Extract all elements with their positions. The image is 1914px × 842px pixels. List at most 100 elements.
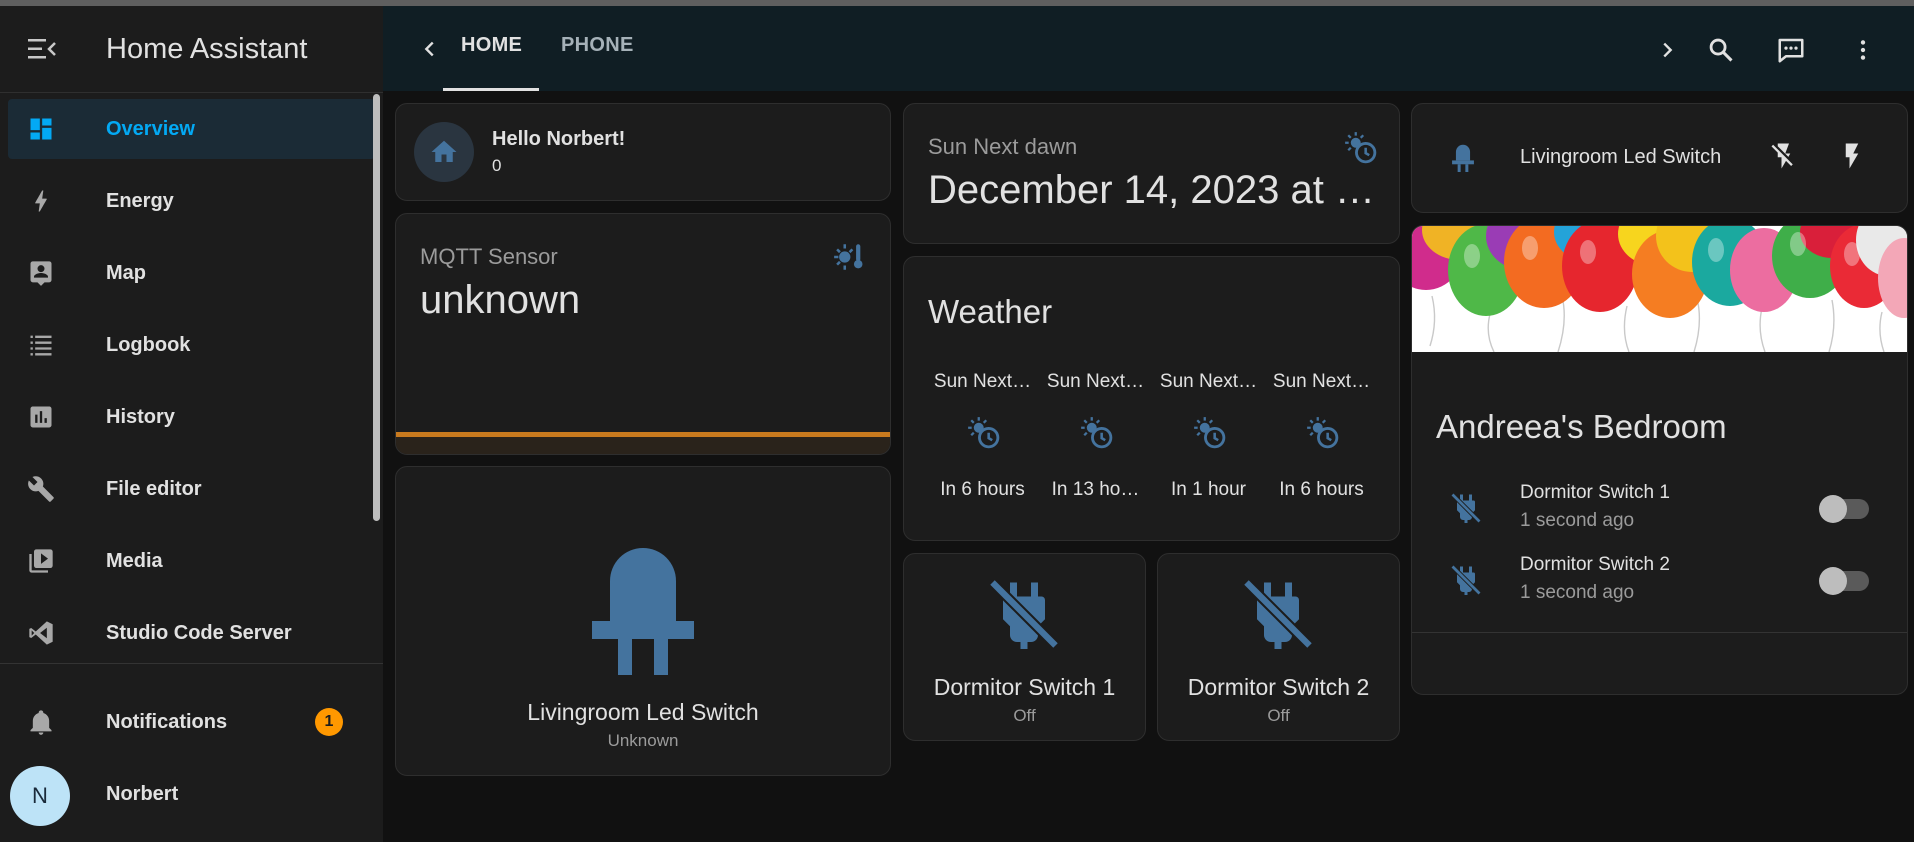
dormitor-switch-1-toggle[interactable] <box>1819 495 1869 523</box>
sidebar-item-label: Energy <box>106 189 174 212</box>
sidebar-header: Home Assistant <box>0 6 383 93</box>
sun-clock-icon <box>1265 415 1378 455</box>
sidebar-item-user[interactable]: N Norbert <box>0 758 383 830</box>
forecast-value: In 6 hours <box>1279 479 1364 500</box>
card-divider <box>1412 632 1907 633</box>
sun-clock-icon <box>926 415 1039 455</box>
forecast-name: Sun Next… <box>1046 371 1145 392</box>
search-icon[interactable] <box>1701 30 1741 70</box>
wrench-icon <box>24 472 58 506</box>
lightning-icon <box>24 184 58 218</box>
sidebar: Home Assistant Overview Energy Map Logbo… <box>0 6 383 842</box>
sidebar-item-map[interactable]: Map <box>0 237 383 309</box>
sidebar-item-history[interactable]: History <box>0 381 383 453</box>
entity-row-time: 1 second ago <box>1520 582 1635 603</box>
forecast-item[interactable]: Sun Next… In 1 hour <box>1152 371 1265 501</box>
mqtt-sensor-name: MQTT Sensor <box>420 244 558 269</box>
dormitor-switch-2-card[interactable]: Dormitor Switch 2 Off <box>1157 553 1400 741</box>
entity-row[interactable]: Dormitor Switch 1 1 second ago <box>1412 480 1907 538</box>
greeting-subtitle: 0 <box>492 156 502 175</box>
sidebar-item-media[interactable]: Media <box>0 525 383 597</box>
sun-clock-icon <box>1152 415 1265 455</box>
forecast-item[interactable]: Sun Next… In 6 hours <box>926 371 1039 501</box>
switch-state: Off <box>1013 706 1036 725</box>
top-app-bar: HOME PHONE <box>383 6 1914 91</box>
chevron-left-icon[interactable] <box>413 32 447 66</box>
sidebar-item-label: Studio Code Server <box>106 621 292 644</box>
switch-name: Dormitor Switch 2 <box>1187 674 1370 700</box>
sidebar-item-label: File editor <box>106 477 202 500</box>
sidebar-scrollbar[interactable] <box>373 94 380 521</box>
sidebar-item-energy[interactable]: Energy <box>0 165 383 237</box>
andreeas-bedroom-area-card[interactable]: Andreea's Bedroom Dormitor Switch 1 1 se… <box>1411 225 1908 695</box>
sidebar-item-label: History <box>106 405 175 428</box>
sun-entity-value: December 14, 2023 at … <box>928 168 1375 212</box>
entity-row-time: 1 second ago <box>1520 510 1635 531</box>
play-box-multiple-icon <box>24 544 58 578</box>
led-switch-name: Livingroom Led Switch <box>527 699 759 725</box>
app-title: Home Assistant <box>106 32 308 65</box>
sun-entity-name: Sun Next dawn <box>928 134 1078 159</box>
sun-clock-icon <box>1039 415 1152 455</box>
mqtt-sensor-state: unknown <box>420 278 581 322</box>
led-icon <box>592 535 694 680</box>
active-tab-indicator <box>443 88 539 91</box>
led-switch-state: Unknown <box>607 731 679 750</box>
greeting-card[interactable]: Hello Norbert! 0 <box>395 103 891 201</box>
avatar: N <box>10 766 70 826</box>
forecast-name: Sun Next… <box>933 371 1032 392</box>
forecast-item[interactable]: Sun Next… In 6 hours <box>1265 371 1378 501</box>
weather-forecast-row: Sun Next… In 6 hours Sun Next… In 13 ho…… <box>926 371 1378 501</box>
weather-title: Weather <box>928 293 1053 330</box>
sun-next-dawn-card[interactable]: Sun Next dawn December 14, 2023 at … <box>903 103 1400 244</box>
dormitor-switch-1-card[interactable]: Dormitor Switch 1 Off <box>903 553 1146 741</box>
chevron-right-icon[interactable] <box>1647 30 1687 70</box>
forecast-value: In 13 ho… <box>1051 479 1140 500</box>
forecast-name: Sun Next… <box>1272 371 1371 392</box>
entity-row[interactable]: Dormitor Switch 2 1 second ago <box>1412 552 1907 610</box>
dormitor-switch-2-toggle[interactable] <box>1819 567 1869 595</box>
forecast-item[interactable]: Sun Next… In 13 ho… <box>1039 371 1152 501</box>
weather-card[interactable]: Weather Sun Next… In 6 hours Sun Next… I… <box>903 256 1400 541</box>
livingroom-led-row-card[interactable]: Livingroom Led Switch <box>1411 103 1908 213</box>
vscode-icon <box>24 616 58 650</box>
sidebar-nav: Overview Energy Map Logbook History File… <box>0 93 383 669</box>
livingroom-led-switch-card[interactable]: Livingroom Led Switch Unknown <box>395 466 891 776</box>
user-name: Norbert <box>106 782 179 805</box>
sidebar-item-label: Media <box>106 549 163 572</box>
greeting-title: Hello Norbert! <box>492 128 626 150</box>
sidebar-item-notifications[interactable]: Notifications 1 <box>0 686 383 758</box>
mqtt-history-fill <box>396 437 890 454</box>
menu-collapse-icon[interactable] <box>22 29 62 69</box>
assist-chat-icon[interactable] <box>1771 30 1811 70</box>
sidebar-item-file-editor[interactable]: File editor <box>0 453 383 525</box>
bedroom-balloons-image <box>1412 226 1907 352</box>
sidebar-item-overview[interactable]: Overview <box>0 93 383 165</box>
sidebar-item-studio-code-server[interactable]: Studio Code Server <box>0 597 383 669</box>
power-plug-off-icon <box>1448 490 1484 531</box>
sun-clock-icon <box>1343 130 1377 169</box>
power-plug-off-icon <box>1236 572 1320 661</box>
switch-state: Off <box>1267 706 1290 725</box>
sidebar-item-label: Map <box>106 261 146 284</box>
more-vertical-icon[interactable] <box>1843 30 1883 70</box>
sidebar-divider <box>0 663 383 664</box>
list-icon <box>24 328 58 362</box>
sidebar-item-logbook[interactable]: Logbook <box>0 309 383 381</box>
notification-count-badge: 1 <box>315 708 343 736</box>
thermometer-sun-icon <box>832 240 866 279</box>
tab-home[interactable]: HOME <box>461 34 522 57</box>
bell-icon <box>24 705 58 739</box>
mqtt-sensor-card[interactable]: MQTT Sensor unknown <box>395 213 891 455</box>
home-icon <box>414 122 474 182</box>
flash-icon[interactable] <box>1832 136 1872 176</box>
dashboard-icon <box>24 112 58 146</box>
entity-row-name: Dormitor Switch 1 <box>1520 482 1670 503</box>
area-title: Andreea's Bedroom <box>1436 408 1727 445</box>
forecast-value: In 1 hour <box>1171 479 1246 500</box>
forecast-name: Sun Next… <box>1159 371 1258 392</box>
tab-phone[interactable]: PHONE <box>561 34 634 57</box>
entity-row-name: Dormitor Switch 2 <box>1520 554 1670 575</box>
flash-off-icon[interactable] <box>1764 136 1804 176</box>
switch-name: Dormitor Switch 1 <box>933 674 1116 700</box>
